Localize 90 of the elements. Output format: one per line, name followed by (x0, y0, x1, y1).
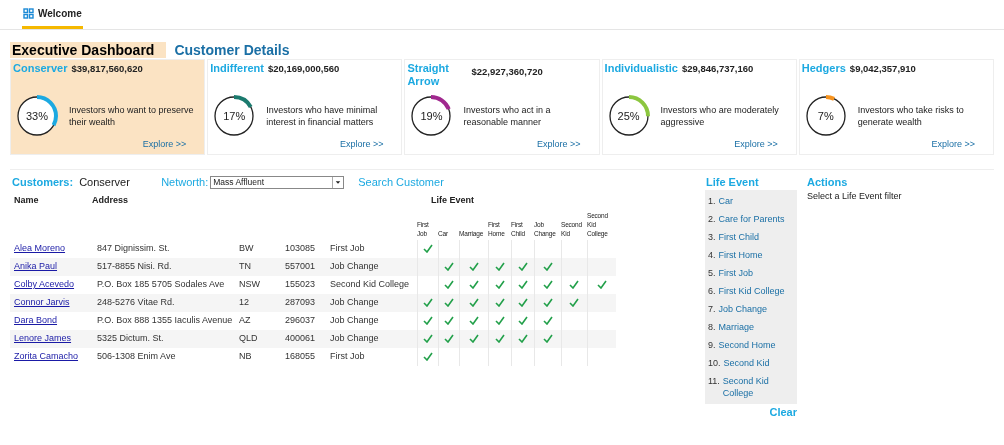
table-cell: 296037 (285, 315, 316, 326)
table-cell: BW (239, 243, 254, 254)
life-event-item[interactable]: 9. Second Home (705, 336, 797, 354)
table-cell: 847 Dignissim. St. (97, 243, 170, 254)
table-cell: Second Kid College (330, 279, 410, 290)
life-event-item[interactable]: 11. Second Kid College (705, 372, 797, 402)
customer-name-link[interactable]: Dara Bond (14, 315, 58, 326)
table-cell: Job Change (330, 333, 379, 344)
table-cell: 103085 (285, 243, 316, 254)
life-event-item[interactable]: 5. First Job (705, 264, 797, 282)
table-cell: 517-8855 Nisi. Rd. (97, 261, 172, 272)
table-cell: AZ (239, 315, 251, 326)
life-event-item[interactable]: 8. Marriage (705, 318, 797, 336)
explore-link[interactable]: Explore >> (537, 137, 581, 151)
percent-label: 25% (617, 110, 640, 123)
table-cell: TN (239, 261, 251, 272)
segment-name: Straight Arrow (407, 62, 450, 88)
column-header: Name (14, 195, 39, 205)
segment-description: Investors who want to preserve their wealth (69, 104, 195, 129)
segment-description: Investors who act in a reasonable manner (463, 104, 552, 129)
percent-label: 33% (26, 110, 48, 123)
customer-name-link[interactable]: Colby Acevedo (14, 279, 75, 290)
explore-link[interactable]: Explore >> (339, 137, 384, 151)
table-cell: 400061 (285, 333, 316, 344)
segment-card[interactable]: Indifferent $20,169,000,560 17% Investors who have minimal interest in financial matters Explore >> (207, 59, 403, 155)
table-cell: 557001 (285, 261, 316, 272)
life-event-item[interactable]: 1. Car (705, 192, 797, 210)
customer-name-link[interactable]: Alea Moreno (14, 243, 66, 254)
segment-amount: $39,817,560,620 (71, 62, 143, 75)
segment-name: Individualistic (604, 62, 678, 75)
table-cell: 155023 (285, 279, 316, 290)
segment-amount: $20,169,000,560 (268, 62, 340, 75)
customer-name-link[interactable]: Anika Paul (14, 261, 58, 272)
customer-name-link[interactable]: Lenore James (14, 333, 72, 344)
life-event-item[interactable]: 6. First Kid College (705, 282, 797, 300)
table-cell: 248-5276 Vitae Rd. (97, 297, 175, 308)
panel-title: Life Event (705, 175, 760, 190)
table-cell: NB (239, 351, 252, 362)
tab[interactable]: Welcome (22, 6, 83, 29)
table-cell: QLD (239, 333, 258, 344)
customer-name-link[interactable]: Connor Jarvis (14, 297, 70, 308)
tab[interactable]: Customer Details (172, 42, 292, 58)
table-cell: 12 (239, 297, 249, 308)
column-header: Life Event (431, 195, 475, 205)
table-cell: First Job (330, 351, 365, 362)
actions-message: Select a Life Event filter (807, 190, 903, 203)
segment-card[interactable]: Conserver $39,817,560,620 33% Investors who want to preserve their wealth Explore >> (10, 59, 206, 155)
table-cell: Job Change (330, 315, 379, 326)
table-cell: P.O. Box 185 5705 Sodales Ave (97, 279, 225, 290)
percent-label: 7% (817, 110, 834, 123)
explore-link[interactable]: Explore >> (931, 137, 975, 151)
segment-description: Investors who have minimal interest in financial matters (266, 104, 379, 129)
percent-label: 17% (223, 110, 246, 123)
life-event-item[interactable]: 7. Job Change (705, 300, 797, 318)
table-cell: Job Change (330, 261, 379, 272)
explore-link[interactable]: Explore >> (142, 137, 187, 151)
grid-icon (23, 8, 34, 19)
segment-name: Hedgers (801, 62, 846, 75)
tab[interactable]: Executive Dashboard (10, 42, 167, 58)
customer-name-link[interactable]: Zorita Camacho (14, 351, 79, 362)
table-cell: 287093 (285, 297, 316, 308)
segment-amount: $9,042,357,910 (849, 62, 916, 75)
segment-name: Indifferent (210, 62, 264, 75)
life-event-item[interactable]: 4. First Home (705, 246, 797, 264)
table-cell: First Job (330, 243, 365, 254)
column-header: Address (92, 195, 128, 205)
life-event-item[interactable]: 10. Second Kid (705, 354, 797, 372)
table-cell: 168055 (285, 351, 316, 362)
segment-name: Conserver (13, 62, 68, 75)
segment-description: Investors who take risks to generate wealth (857, 104, 965, 129)
segment-value: Conserver (79, 174, 131, 190)
panel-title: Actions (807, 175, 849, 190)
table-cell: NSW (239, 279, 260, 290)
customers-label: Customers: (12, 174, 74, 190)
life-event-item[interactable]: 2. Care for Parents (705, 210, 797, 228)
segment-card[interactable]: Individualistic $29,846,737,160 25% Investors who are moderately aggressive Explore >> (601, 59, 797, 155)
percent-label: 19% (420, 110, 443, 123)
table-cell: 506-1308 Enim Ave (97, 351, 176, 362)
segment-amount: $22,927,360,720 (471, 65, 543, 78)
explore-link[interactable]: Explore >> (734, 137, 778, 151)
life-event-item[interactable]: 3. First Child (705, 228, 797, 246)
table-cell: 5325 Dictum. St. (97, 333, 164, 344)
segment-description: Investors who are moderately aggressive (660, 104, 780, 129)
networth-dropdown[interactable]: Mass Affluent (210, 175, 345, 189)
segment-card[interactable]: Straight Arrow $22,927,360,720 19% Investors who act in a reasonable manner Explore >> (404, 59, 600, 155)
table-cell: Job Change (330, 297, 379, 308)
segment-card[interactable]: Hedgers $9,042,357,910 7% Investors who take risks to generate wealth Explore >> (798, 59, 994, 155)
segment-amount: $29,846,737,160 (681, 62, 754, 75)
table-cell: P.O. Box 888 1355 Iaculis Avenue (97, 315, 233, 326)
networth-label: Networth: (161, 174, 209, 190)
